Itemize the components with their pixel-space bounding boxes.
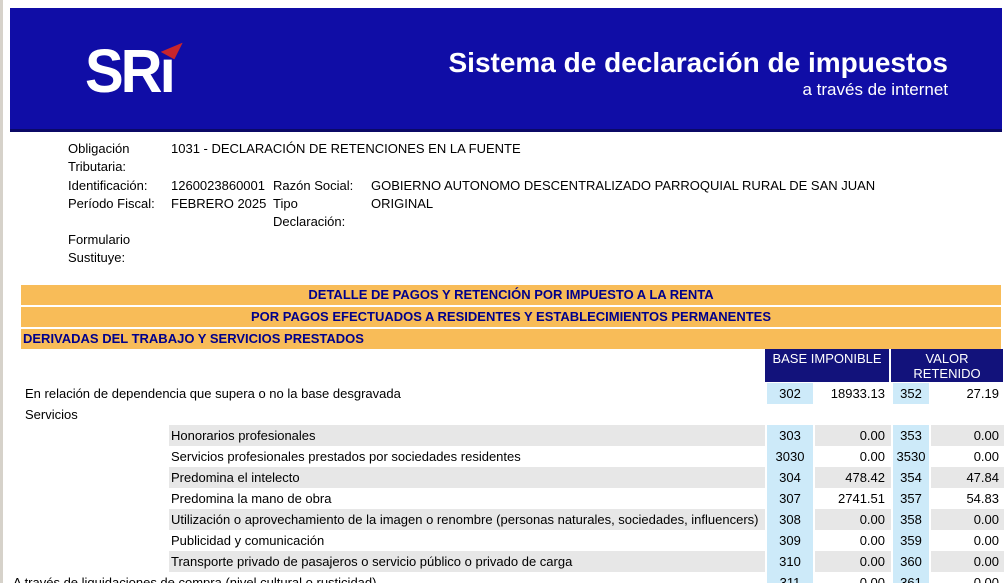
row-code-retenido: 360: [891, 551, 931, 572]
row-label: Predomina la mano de obra: [171, 488, 331, 509]
row-value-retenido: 27.19: [931, 383, 1001, 404]
row-code-retenido: 358: [891, 509, 931, 530]
section-bar-detalle-pagos: DETALLE DE PAGOS Y RETENCIÓN POR IMPUEST…: [21, 285, 1001, 305]
table-row: Publicidad y comunicación 309 0.00 359 0…: [3, 530, 1006, 551]
section-bar-pagos-residentes: POR PAGOS EFECTUADOS A RESIDENTES Y ESTA…: [21, 307, 1001, 327]
row-value-retenido: 0.00: [931, 509, 1001, 530]
row-value-base: 18933.13: [815, 383, 888, 404]
table-row: Servicios: [3, 404, 1006, 425]
row-code-base: 310: [765, 551, 815, 572]
row-label: Transporte privado de pasajeros o servic…: [171, 551, 572, 572]
section-bar-derivadas-trabajo: DERIVADAS DEL TRABAJO Y SERVICIOS PRESTA…: [21, 329, 1001, 349]
row-code-base: 303: [765, 425, 815, 446]
tipo-declaracion-label-line1: Tipo: [273, 196, 298, 212]
row-code-base: 3030: [765, 446, 815, 467]
row-label: A través de liquidaciones de compra (niv…: [13, 572, 376, 583]
row-value-retenido: 54.83: [931, 488, 1001, 509]
obligacion-label-line2: Tributaria:: [68, 159, 126, 175]
row-value-retenido: 0.00: [931, 530, 1001, 551]
identificacion-label: Identificación:: [68, 178, 148, 194]
table-row: En relación de dependencia que supera o …: [3, 383, 1006, 404]
row-value-base: 0.00: [815, 425, 888, 446]
table-row: Servicios profesionales prestados por so…: [3, 446, 1006, 467]
row-label: Utilización o aprovechamiento de la imag…: [171, 509, 759, 530]
tipo-declaracion-value: ORIGINAL: [371, 196, 433, 212]
row-label: Servicios: [25, 404, 78, 425]
row-value-retenido: 0.00: [931, 551, 1001, 572]
row-label: Servicios profesionales prestados por so…: [171, 446, 521, 467]
detail-rows: En relación de dependencia que supera o …: [3, 383, 1006, 583]
obligacion-label-line1: Obligación: [68, 141, 129, 157]
row-label: Publicidad y comunicación: [171, 530, 324, 551]
column-header-base-imponible: BASE IMPONIBLE: [765, 349, 889, 382]
periodo-fiscal-value: FEBRERO 2025: [171, 196, 266, 212]
razon-social-value: GOBIERNO AUTONOMO DESCENTRALIZADO PARROQ…: [371, 178, 875, 194]
column-header-valor-retenido: VALOR RETENIDO: [891, 349, 1003, 382]
razon-social-label: Razón Social:: [273, 178, 353, 194]
row-code-base: 311: [765, 572, 815, 583]
row-value-retenido: 47.84: [931, 467, 1001, 488]
table-row: Utilización o aprovechamiento de la imag…: [3, 509, 1006, 530]
row-code-base: 308: [765, 509, 815, 530]
formulario-sustituye-label-line2: Sustituye:: [68, 250, 125, 266]
column-header-valor-line2: RETENIDO: [891, 366, 1003, 381]
table-row: Transporte privado de pasajeros o servic…: [3, 551, 1006, 572]
table-row: Predomina la mano de obra 307 2741.51 35…: [3, 488, 1006, 509]
row-code-base: 307: [765, 488, 815, 509]
row-code-retenido: 359: [891, 530, 931, 551]
obligacion-value: 1031 - DECLARACIÓN DE RETENCIONES EN LA …: [171, 141, 521, 157]
row-value-base: 478.42: [815, 467, 888, 488]
row-value-base: 0.00: [815, 572, 888, 583]
row-code-base: 309: [765, 530, 815, 551]
row-code-base: 302: [765, 383, 815, 404]
row-value-base: 0.00: [815, 509, 888, 530]
row-value-retenido: 0.00: [931, 572, 1001, 583]
row-code-retenido: 361: [891, 572, 931, 583]
app-header-banner: SRı Sistema de declaración de impuestos …: [10, 8, 1002, 132]
periodo-fiscal-label: Período Fiscal:: [68, 196, 155, 212]
row-code-retenido: 357: [891, 488, 931, 509]
table-row: Predomina el intelecto 304 478.42 354 47…: [3, 467, 1006, 488]
row-value-retenido: 0.00: [931, 446, 1001, 467]
row-code-base: 304: [765, 467, 815, 488]
formulario-sustituye-label-line1: Formulario: [68, 232, 130, 248]
sri-logo-text-i: ı: [160, 37, 173, 105]
sri-logo: SRı: [85, 36, 173, 106]
row-label: En relación de dependencia que supera o …: [25, 383, 401, 404]
row-value-retenido: 0.00: [931, 425, 1001, 446]
row-value-base: 0.00: [815, 551, 888, 572]
app-subtitle: a través de internet: [448, 80, 948, 100]
row-code-retenido: 352: [891, 383, 931, 404]
row-code-retenido: 353: [891, 425, 931, 446]
row-code-retenido: 3530: [891, 446, 931, 467]
sri-logo-text-sr: SR: [85, 37, 160, 105]
app-title: Sistema de declaración de impuestos: [448, 48, 948, 78]
row-value-base: 2741.51: [815, 488, 888, 509]
row-code-retenido: 354: [891, 467, 931, 488]
row-label: Honorarios profesionales: [171, 425, 316, 446]
row-value-base: 0.00: [815, 530, 888, 551]
column-header-valor-line1: VALOR: [891, 351, 1003, 366]
column-header-base-imponible-label: BASE IMPONIBLE: [772, 351, 881, 366]
tipo-declaracion-label-line2: Declaración:: [273, 214, 345, 230]
row-value-base: 0.00: [815, 446, 888, 467]
table-row: A través de liquidaciones de compra (niv…: [3, 572, 1006, 583]
row-label: Predomina el intelecto: [171, 467, 300, 488]
identificacion-value: 1260023860001: [171, 178, 265, 194]
table-row: Honorarios profesionales 303 0.00 353 0.…: [3, 425, 1006, 446]
